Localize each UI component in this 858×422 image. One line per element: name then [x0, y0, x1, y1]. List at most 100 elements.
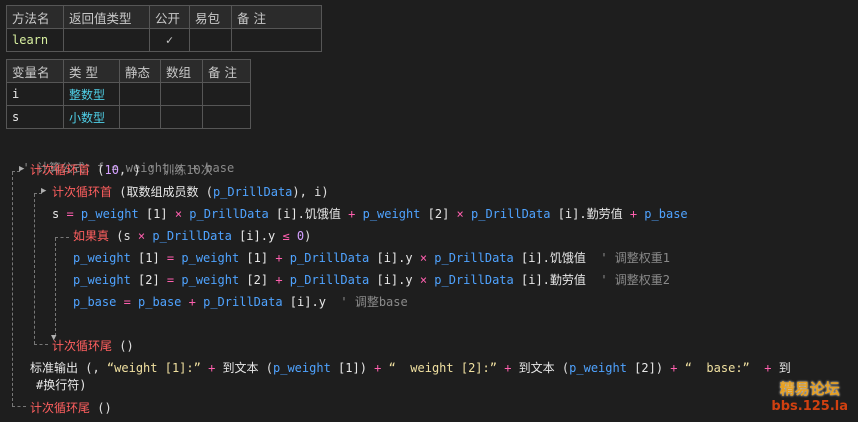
paren: ( — [554, 361, 570, 375]
operator: × — [456, 207, 464, 221]
watermark-title: 精易论坛 — [779, 380, 840, 398]
header-static: 静态 — [119, 59, 161, 83]
keyword-loop-start: 计次循环首 — [52, 185, 113, 199]
header-return-type: 返回值类型 — [63, 5, 150, 29]
function-name: 标准输出 — [30, 361, 79, 375]
paren: (s — [109, 229, 138, 243]
index: [i].y — [282, 295, 326, 309]
var-array-cell[interactable] — [160, 82, 203, 106]
return-type-cell[interactable] — [63, 28, 150, 52]
if-block-entry-guide — [55, 237, 69, 238]
code-line-if[interactable]: 如果真 (s × p_DrillData [i].y ≤ 0) — [73, 226, 311, 246]
code-line-output-cont[interactable]: #换行符) — [36, 375, 86, 395]
operator: + — [340, 207, 363, 221]
outer-loop-exit-guide — [12, 406, 26, 407]
comment: ' 训练10次 — [147, 163, 213, 177]
keyword-if: 如果真 — [73, 229, 110, 243]
paren: ), i) — [292, 185, 329, 199]
code-line-update-base[interactable]: p_base = p_base + p_DrillData [i].y ' 调整… — [73, 292, 408, 312]
forum-watermark-logo: 精易论坛 bbs.125.la — [771, 381, 848, 415]
paren: ( — [258, 361, 273, 375]
operator: + — [749, 361, 779, 375]
variable: p_DrillData — [282, 273, 370, 287]
outer-loop-guide — [12, 172, 13, 406]
var-static-cell[interactable] — [119, 105, 161, 129]
comment: ' 调整权重2 — [585, 273, 671, 287]
remark-cell[interactable] — [231, 28, 322, 52]
code-line-inner-loop[interactable]: 计次循环首 (取数组成员数 (p_DrillData), i) — [52, 182, 329, 202]
comment: ' 调整base — [325, 295, 408, 309]
method-row[interactable]: learn ✓ — [6, 28, 322, 52]
method-name-cell[interactable]: learn — [6, 28, 64, 52]
index: [1] — [138, 207, 175, 221]
operator: ≤ — [282, 229, 290, 243]
header-public: 公开 — [149, 5, 190, 29]
paren: ( — [112, 185, 127, 199]
var-name-cell[interactable]: s — [6, 105, 64, 129]
method-table: 方法名 返回值类型 公开 易包 备 注 learn ✓ — [6, 5, 322, 52]
operator: × — [174, 207, 183, 221]
operator: × — [419, 251, 428, 265]
code-line-inner-loop-end[interactable]: 计次循环尾 () — [52, 336, 134, 356]
var-name-cell[interactable]: i — [6, 82, 64, 106]
variable: p_DrillData — [203, 295, 283, 309]
var-array-cell[interactable] — [160, 105, 203, 129]
var-type-cell[interactable]: 小数型 — [63, 105, 120, 129]
if-block-guide — [55, 238, 56, 336]
operator: = — [59, 207, 81, 221]
function-name: 到文本 — [518, 361, 555, 375]
keyword-loop-end: 计次循环尾 — [30, 401, 91, 415]
index: [1] — [130, 251, 167, 265]
variable: p_weight — [174, 273, 240, 287]
index: [i]. — [513, 273, 550, 287]
index: [i]. — [513, 251, 550, 265]
index: [1]) — [330, 361, 375, 375]
code-line-formula-comment[interactable]: ' 计算公式：f = weight.x + base — [8, 138, 234, 175]
header-var-type: 类 型 — [63, 59, 120, 83]
watermark-url: bbs.125.la — [771, 399, 848, 414]
inner-loop-exit-guide — [34, 344, 48, 345]
index: [2] — [239, 273, 276, 287]
inner-loop-guide — [34, 194, 35, 344]
variable: p_weight — [73, 273, 131, 287]
string: “weight [1]:” — [106, 361, 201, 375]
paren: (, — [78, 361, 107, 375]
variable: p_base — [138, 295, 182, 309]
field: 饥饿值 — [549, 251, 586, 265]
variable-table: 变量名 类 型 静态 数组 备 注 i 整数型 s 小数型 — [6, 59, 251, 129]
paren: , ) — [118, 163, 148, 177]
index: [i]. — [550, 207, 587, 221]
variable-row[interactable]: i 整数型 — [6, 82, 251, 106]
variable-table-header: 变量名 类 型 静态 数组 备 注 — [6, 59, 251, 83]
code-line-update-weight2[interactable]: p_weight [2] = p_weight [2] + p_DrillDat… — [73, 270, 670, 290]
code-line-output[interactable]: 标准输出 (, “weight [1]:” + 到文本 (p_weight [1… — [30, 358, 791, 378]
operator: + — [670, 361, 685, 375]
header-var-name: 变量名 — [6, 59, 64, 83]
function-name: 取数组成员数 — [126, 185, 199, 199]
index: [i]. — [268, 207, 305, 221]
var-type-cell[interactable]: 整数型 — [63, 82, 120, 106]
index: [1] — [239, 251, 276, 265]
variable: p_weight — [362, 207, 421, 221]
public-check-icon[interactable]: ✓ — [149, 28, 190, 52]
var-static-cell[interactable] — [119, 82, 161, 106]
operator: × — [419, 273, 428, 287]
variable-row[interactable]: s 小数型 — [6, 105, 251, 129]
easy-pkg-cell[interactable] — [189, 28, 232, 52]
variable: p_weight — [273, 361, 331, 375]
index: [2] — [420, 207, 457, 221]
var-remark-cell[interactable] — [202, 105, 251, 129]
operator: + — [275, 251, 283, 265]
var-remark-cell[interactable] — [202, 82, 251, 106]
variable: p_weight — [569, 361, 627, 375]
variable: p_DrillData — [212, 185, 293, 199]
code-line-outer-loop[interactable]: 计次循环首 (10, ) ' 训练10次 — [30, 160, 213, 180]
field: 勤劳值 — [586, 207, 623, 221]
variable: p_weight — [73, 251, 131, 265]
paren: ) — [304, 229, 312, 243]
code-line-outer-loop-end[interactable]: 计次循环尾 () — [30, 398, 112, 418]
code-line-compute-s[interactable]: s = p_weight [1] × p_DrillData [i].饥饿值 +… — [52, 204, 688, 224]
variable: p_weight — [80, 207, 139, 221]
code-line-update-weight1[interactable]: p_weight [1] = p_weight [1] + p_DrillDat… — [73, 248, 670, 268]
field: 勤劳值 — [549, 273, 586, 287]
